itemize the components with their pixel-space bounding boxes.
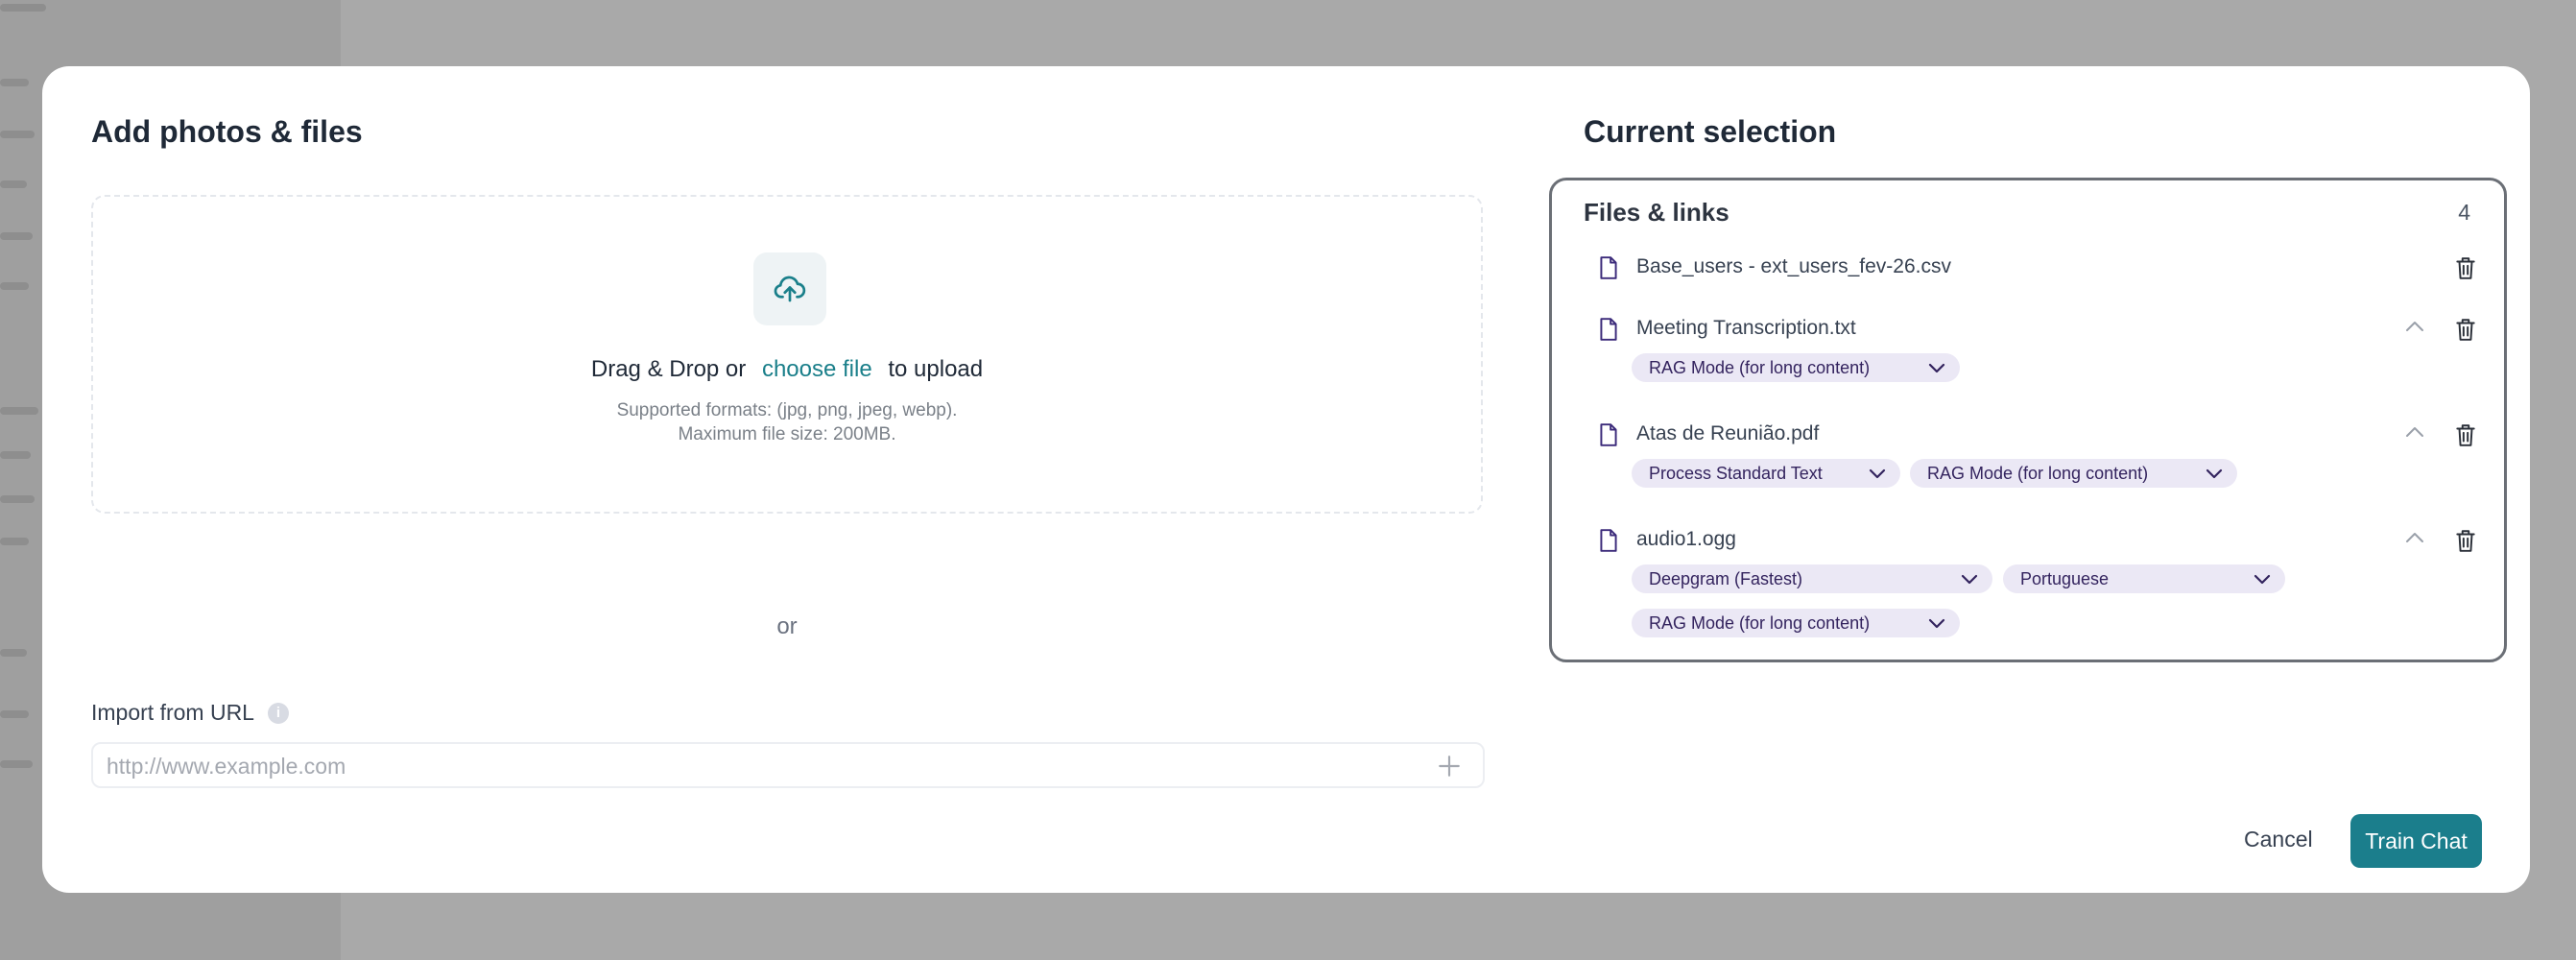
trash-icon[interactable]	[2455, 317, 2476, 342]
choose-file-link[interactable]: choose file	[762, 356, 872, 382]
file-item: Base_users - ext_users_fev-26.csv	[1552, 252, 2504, 286]
trash-icon[interactable]	[2455, 255, 2476, 280]
files-links-heading: Files & links	[1584, 198, 1729, 227]
selection-panel: Files & links 4 Base_users - ext_users_f…	[1549, 178, 2507, 662]
background-text	[0, 180, 27, 188]
background-text	[0, 451, 31, 459]
import-url-label-text: Import from URL	[91, 700, 254, 725]
chevron-up-icon[interactable]	[2404, 319, 2425, 334]
processing-mode-select[interactable]: RAG Mode (for long content)	[1910, 459, 2237, 488]
chevron-down-icon	[1928, 363, 1945, 373]
import-url-input[interactable]	[105, 744, 1414, 788]
cancel-button[interactable]: Cancel	[2238, 826, 2319, 853]
add-files-modal: Add photos & files Drag & Drop or choose…	[42, 66, 2530, 893]
info-icon[interactable]: i	[267, 702, 289, 724]
background-text	[0, 760, 33, 768]
import-url-label: Import from URL i	[91, 700, 289, 726]
chevron-down-icon	[2206, 468, 2223, 479]
background-text	[0, 649, 27, 657]
chevron-up-icon[interactable]	[2404, 530, 2425, 545]
file-name: audio1.ogg	[1636, 528, 1736, 550]
background-text	[0, 282, 29, 290]
chevron-down-icon	[1869, 468, 1886, 479]
file-name: Base_users - ext_users_fev-26.csv	[1636, 255, 1951, 277]
background-text	[0, 232, 33, 240]
select-value: Deepgram (Fastest)	[1649, 568, 1803, 588]
select-value: RAG Mode (for long content)	[1927, 463, 2149, 483]
background-text	[0, 131, 35, 138]
language-select[interactable]: Portuguese	[2003, 564, 2285, 593]
background-text	[0, 495, 35, 503]
cloud-upload-icon	[774, 276, 806, 302]
file-name: Atas de Reunião.pdf	[1636, 422, 1820, 444]
file-item: audio1.ogg Deepgram (Fastest) Portuguese…	[1552, 524, 2504, 647]
select-value: RAG Mode (for long content)	[1649, 612, 1871, 633]
file-name: Meeting Transcription.txt	[1636, 317, 1856, 339]
file-icon	[1600, 256, 1617, 279]
to-upload-text: to upload	[888, 356, 984, 382]
transcription-engine-select[interactable]: Deepgram (Fastest)	[1632, 564, 1992, 593]
select-value: RAG Mode (for long content)	[1649, 357, 1871, 377]
select-value: Process Standard Text	[1649, 463, 1823, 483]
upload-icon-container	[753, 252, 826, 325]
dropzone-instructions: Drag & Drop or choose file to upload	[93, 356, 1481, 383]
supported-formats-text: Supported formats: (jpg, png, jpeg, webp…	[616, 400, 958, 420]
background-text	[0, 407, 38, 415]
trash-icon[interactable]	[2455, 422, 2476, 447]
select-value: Portuguese	[2020, 568, 2110, 588]
train-chat-button[interactable]: Train Chat	[2350, 814, 2482, 868]
background-text	[0, 4, 46, 12]
file-dropzone[interactable]: Drag & Drop or choose file to upload Sup…	[91, 195, 1483, 514]
processing-mode-select[interactable]: RAG Mode (for long content)	[1632, 353, 1960, 382]
files-count: 4	[2458, 200, 2470, 225]
trash-icon[interactable]	[2455, 528, 2476, 553]
add-files-title: Add photos & files	[91, 114, 363, 149]
chevron-down-icon	[1928, 618, 1945, 629]
chevron-up-icon[interactable]	[2404, 424, 2425, 440]
background-text	[0, 79, 29, 86]
processing-mode-select[interactable]: RAG Mode (for long content)	[1632, 609, 1960, 637]
background-text	[0, 710, 29, 718]
text-processing-select[interactable]: Process Standard Text	[1632, 459, 1900, 488]
or-divider: or	[776, 613, 798, 639]
background-text	[0, 538, 29, 545]
file-item: Atas de Reunião.pdf Process Standard Tex…	[1552, 419, 2504, 495]
plus-icon[interactable]	[1437, 754, 1462, 779]
file-icon	[1600, 318, 1617, 341]
file-icon	[1600, 529, 1617, 552]
file-icon	[1600, 423, 1617, 446]
import-url-field	[91, 742, 1485, 788]
chevron-down-icon	[2254, 574, 2271, 585]
drag-drop-text: Drag & Drop or	[590, 356, 747, 382]
chevron-down-icon	[1961, 574, 1978, 585]
file-item: Meeting Transcription.txt RAG Mode (for …	[1552, 313, 2504, 390]
current-selection-title: Current selection	[1584, 114, 1837, 149]
max-file-size-text: Maximum file size: 200MB.	[678, 424, 896, 444]
